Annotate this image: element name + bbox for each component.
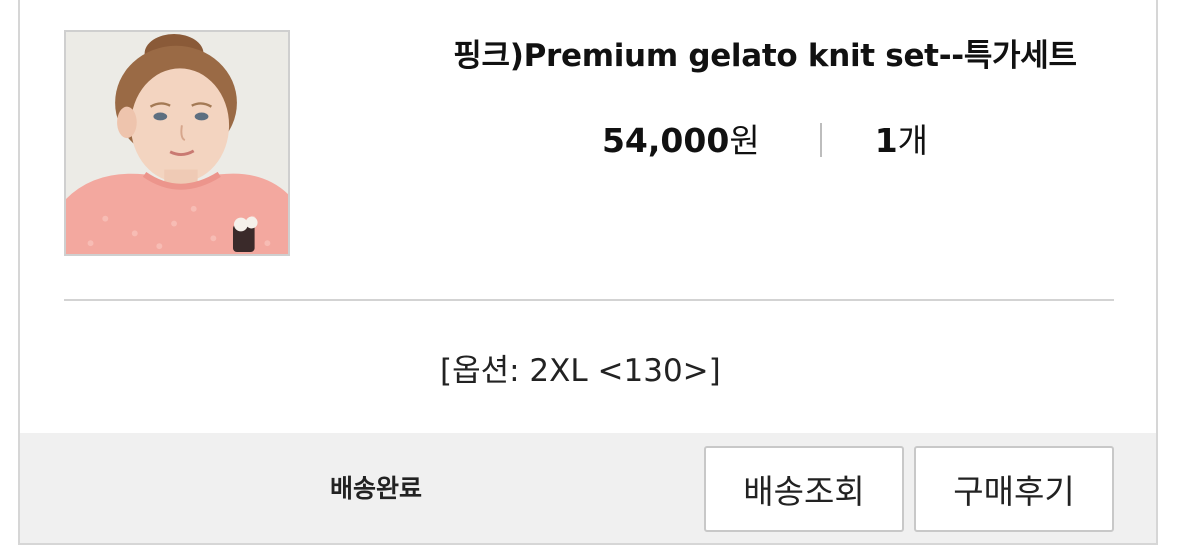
separator (820, 123, 823, 157)
divider (64, 299, 1114, 301)
track-delivery-button[interactable]: 배송조회 (704, 446, 904, 532)
price-unit: 원 (729, 121, 760, 160)
price-quantity-row: 54,000원 1개 (400, 114, 1130, 162)
order-item-card: 핑크)Premium gelato knit set--특가세트 54,000원… (18, 0, 1158, 545)
order-footer: 배송완료 배송조회 구매후기 (20, 433, 1156, 545)
write-review-button[interactable]: 구매후기 (914, 446, 1114, 532)
delivery-status: 배송완료 (330, 474, 423, 503)
product-price: 54,000 (601, 121, 730, 160)
product-quantity: 1 (874, 121, 898, 160)
product-photo-icon (66, 32, 288, 254)
product-thumbnail[interactable] (64, 30, 290, 256)
product-option: [옵션: 2XL <130>] (440, 353, 721, 389)
quantity-unit: 개 (897, 121, 929, 160)
product-title[interactable]: 핑크)Premium gelato knit set--특가세트 (400, 30, 1130, 75)
